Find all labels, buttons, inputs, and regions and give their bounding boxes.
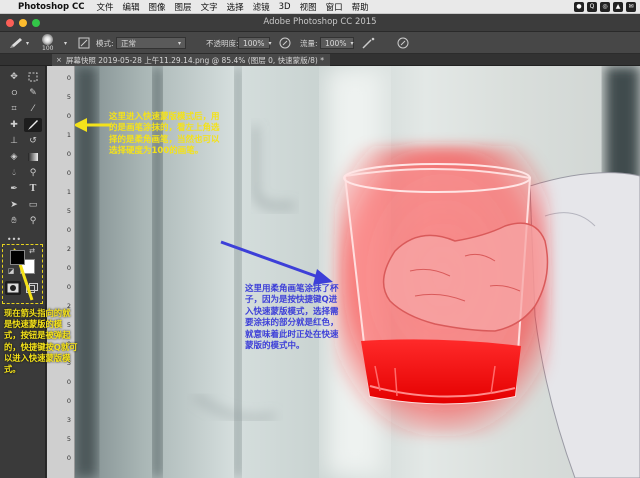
annotation-glass: 这里用柔角画笔涂抹了杯子，因为是按快捷键Q进入快速蒙版模式，选择需要涂抹的部分就… [245, 284, 339, 352]
marquee-icon[interactable] [24, 70, 42, 84]
window-titlebar: Adobe Photoshop CC 2015 [0, 14, 640, 32]
chevron-down-icon: ▾ [350, 39, 354, 47]
brush-preset-picker[interactable]: 100 [42, 32, 53, 54]
brush-tool-preset-icon[interactable]: ▾ [8, 32, 29, 54]
background-frame-shape [253, 126, 295, 208]
menu-items: Photoshop CC 文件 编辑 图像 图层 文字 选择 滤镜 3D 视图 窗口 帮助 [18, 1, 378, 13]
menu-item[interactable]: 文字 [201, 1, 218, 13]
ruler-mark: 5 [66, 93, 71, 101]
system-tray: ● Q ◎ ▲ ✉ [574, 2, 636, 12]
hand-icon[interactable]: ✋︎ [5, 214, 23, 228]
menu-item[interactable]: 图层 [175, 1, 192, 13]
system-menubar: Photoshop CC 文件 编辑 图像 图层 文字 选择 滤镜 3D 视图 窗口 帮助 ● Q ◎… [0, 0, 640, 14]
eyedropper-icon[interactable]: ⁄ [24, 102, 42, 116]
ruler-mark: 5 [66, 207, 71, 215]
menu-item[interactable]: 文件 [97, 1, 114, 13]
annotation-brush: 这里进入快速蒙版模式后，用的是画笔涂抹的，看左上角选择的是柔角画笔，当然也可以选… [109, 112, 220, 157]
path-select-icon[interactable]: ➤ [5, 198, 23, 212]
chevron-down-icon: ▾ [177, 39, 181, 47]
brush-size: 100 [42, 45, 54, 52]
document-tab[interactable]: × 屏幕快照 2019-05-28 上午11.29.14.png @ 85.4%… [52, 54, 330, 66]
ruler-mark: 0 [66, 226, 71, 234]
opacity-value: 100% [243, 38, 265, 48]
ruler-mark: 1 [66, 131, 71, 139]
move-icon[interactable]: ✥ [5, 70, 23, 84]
crop-icon[interactable]: ⌗ [5, 102, 23, 116]
ruler-mark: 0 [66, 378, 71, 386]
vertical-ruler: 050100150200250300350 [47, 66, 75, 478]
document-canvas[interactable]: 这里进入快速蒙版模式后，用的是画笔涂抹的，看左上角选择的是柔角画笔，当然也可以选… [75, 66, 640, 478]
pressure-opacity-icon[interactable] [279, 32, 291, 54]
brush-panel-icon[interactable] [78, 32, 90, 54]
airbrush-icon[interactable] [362, 32, 376, 54]
ruler-mark: 3 [66, 416, 71, 424]
flow-input[interactable]: 100% ▾ [320, 37, 354, 49]
blur-icon[interactable]: 💧︎ [5, 166, 23, 180]
document-tab-bar: × 屏幕快照 2019-05-28 上午11.29.14.png @ 85.4%… [0, 54, 640, 66]
tray-icon[interactable]: ▲ [613, 2, 623, 12]
flow-value: 100% [325, 38, 347, 48]
chevron-down-icon: ▾ [268, 39, 272, 47]
brush-icon[interactable] [24, 118, 42, 132]
ruler-mark: 0 [66, 397, 71, 405]
mode-select[interactable]: 正常 ▾ [116, 37, 186, 49]
menu-item[interactable]: 视图 [300, 1, 317, 13]
menu-item[interactable]: 帮助 [352, 1, 369, 13]
chevron-down-icon[interactable]: ▾ [64, 32, 67, 54]
tray-icon[interactable]: Q [587, 2, 597, 12]
tray-icon[interactable]: ✉ [626, 2, 636, 12]
ruler-mark: 0 [66, 283, 71, 291]
opacity-input[interactable]: 100% ▾ [238, 37, 272, 49]
close-tab-icon[interactable]: × [56, 56, 62, 64]
photoshop-screen: Photoshop CC 文件 编辑 图像 图层 文字 选择 滤镜 3D 视图 窗口 帮助 ● Q ◎… [0, 0, 640, 478]
clone-stamp-icon[interactable]: ⊥ [5, 134, 23, 148]
zoom-icon[interactable]: ⚲ [24, 214, 42, 228]
annotation-quick-mask: 现在箭头指向的就是快速蒙版的模式，按钮是被弹起的，快捷键按Q就可以进入快速蒙版模… [4, 308, 78, 374]
foreground-color-swatch[interactable] [10, 250, 25, 265]
mode-label: 模式: [96, 38, 114, 48]
ruler-mark: 0 [66, 264, 71, 272]
lasso-icon[interactable]: ഠ [5, 86, 23, 100]
options-bar: ▾ 100 ▾ 模式: 正常 ▾ 不透明度: 100% ▾ 流量: 100% ▾ [0, 32, 640, 54]
menu-item[interactable]: 3D [279, 2, 291, 12]
ruler-mark: 5 [66, 435, 71, 443]
eraser-icon[interactable]: ◈ [5, 150, 23, 164]
quick-select-icon[interactable]: ✎ [24, 86, 42, 100]
pressure-size-icon[interactable] [397, 32, 409, 54]
flow-label: 流量: [300, 38, 318, 48]
dodge-icon[interactable]: ⚲ [24, 166, 42, 180]
mode-value: 正常 [121, 38, 136, 48]
document-tab-title: 屏幕快照 2019-05-28 上午11.29.14.png @ 85.4% (… [65, 55, 324, 65]
liquid-shape [361, 339, 521, 404]
healing-brush-icon[interactable]: ✚ [5, 118, 23, 132]
soft-brush-icon [42, 34, 54, 45]
pen-icon[interactable]: ✒ [5, 182, 23, 196]
menu-item[interactable]: 窗口 [326, 1, 343, 13]
opacity-label: 不透明度: [206, 38, 239, 48]
ruler-mark: 0 [66, 112, 71, 120]
menu-item[interactable]: 图像 [149, 1, 166, 13]
ruler-mark: 0 [66, 74, 71, 82]
ruler-mark: 2 [66, 245, 71, 253]
ruler-mark: 0 [66, 169, 71, 177]
ruler-mark: 1 [66, 188, 71, 196]
tray-icon[interactable]: ● [574, 2, 584, 12]
gradient-icon[interactable] [24, 150, 42, 164]
menu-item[interactable]: 编辑 [123, 1, 140, 13]
menu-item[interactable]: 滤镜 [253, 1, 270, 13]
app-menu[interactable]: Photoshop CC [18, 2, 85, 12]
ruler-mark: 0 [66, 150, 71, 158]
shape-icon[interactable]: ▭ [24, 198, 42, 212]
history-brush-icon[interactable]: ↺ [24, 134, 42, 148]
text-icon[interactable]: T [24, 182, 42, 196]
ruler-mark: 0 [66, 454, 71, 462]
window-title: Adobe Photoshop CC 2015 [263, 17, 377, 27]
menu-item[interactable]: 选择 [227, 1, 244, 13]
tray-icon[interactable]: ◎ [600, 2, 610, 12]
